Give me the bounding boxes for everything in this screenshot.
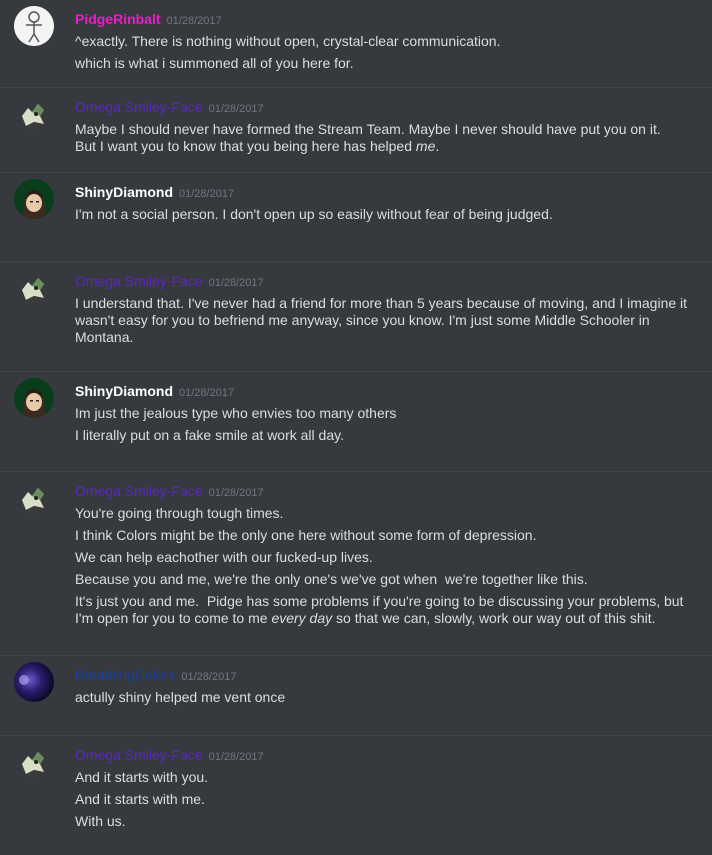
message-group: ShinyDiamond 01/28/2017 I'm not a social … (0, 173, 712, 262)
message-text-segment: . (435, 138, 440, 154)
message-text: It's just you and me. Pidge has some pro… (75, 593, 700, 627)
message-header: Omega Smiley-Face 01/28/2017 (75, 482, 700, 500)
message-text: We can help eachother with our fucked-up… (75, 549, 373, 565)
timestamp: 01/28/2017 (179, 188, 235, 200)
message-text: You're going through tough times. (75, 505, 284, 521)
timestamp: 01/28/2017 (208, 751, 264, 763)
avatar[interactable] (14, 662, 54, 702)
message-text: actully shiny helped me vent once (75, 689, 286, 705)
message-header: ShinyDiamond 01/28/2017 (75, 382, 700, 400)
message-text: And it starts with you. (75, 769, 209, 785)
message-text: With us. (75, 813, 126, 829)
anime-boy-avatar-icon (14, 179, 54, 219)
message-text-segment: But I want you to know that you being he… (75, 138, 413, 154)
message-header: Omega Smiley-Face 01/28/2017 (75, 272, 700, 290)
timestamp: 01/28/2017 (208, 487, 264, 499)
username[interactable]: Omega Smiley-Face (75, 747, 203, 763)
message-group: ShinyDiamond 01/28/2017 Im just the jealo… (0, 372, 712, 472)
message-group: Omega Smiley-Face 01/28/2017 And it start… (0, 736, 712, 855)
message-text: But I want you to know that you being he… (75, 138, 700, 155)
avatar[interactable] (14, 94, 54, 134)
avatar[interactable] (14, 378, 54, 418)
creature-avatar-icon (22, 752, 44, 778)
message-group: BreathingColors 01/28/2017 actully shiny … (0, 656, 712, 736)
message-text: I'm not a social person. I don't open up… (75, 206, 553, 222)
chat-log: PidgeRinbalt 01/28/2017 ^exactly. There i… (0, 0, 712, 855)
message-text: ^exactly. There is nothing without open,… (75, 33, 501, 49)
message-text-emphasis: every day (271, 610, 333, 626)
timestamp: 01/28/2017 (181, 671, 237, 683)
timestamp: 01/28/2017 (208, 277, 264, 289)
message-text: Maybe I should never have formed the Str… (75, 121, 661, 137)
dark-purple-avatar-icon (14, 662, 54, 702)
avatar[interactable] (14, 268, 54, 308)
username[interactable]: Omega Smiley-Face (75, 483, 203, 499)
anime-boy-avatar-icon (14, 378, 54, 418)
avatar[interactable] (14, 179, 54, 219)
message-group: Omega Smiley-Face 01/28/2017 Maybe I shou… (0, 88, 712, 173)
message-text: Because you and me, we're the only one's… (75, 571, 588, 587)
message-group: PidgeRinbalt 01/28/2017 ^exactly. There i… (0, 0, 712, 88)
message-header: Omega Smiley-Face 01/28/2017 (75, 746, 700, 764)
username[interactable]: BreathingColors (75, 667, 175, 683)
message-group: Omega Smiley-Face 01/28/2017 You're going… (0, 472, 712, 656)
creature-avatar-icon (22, 104, 44, 130)
timestamp: 01/28/2017 (208, 103, 264, 115)
message-text-segment: so that we can, slowly, work our way out… (336, 610, 656, 626)
avatar[interactable] (14, 6, 54, 46)
timestamp: 01/28/2017 (179, 387, 235, 399)
creature-avatar-icon (22, 278, 44, 304)
message-text: And it starts with me. (75, 791, 205, 807)
message-text: Im just the jealous type who envies too … (75, 405, 397, 421)
white-figure-avatar-icon (14, 6, 54, 46)
username[interactable]: Omega Smiley-Face (75, 273, 203, 289)
username[interactable]: ShinyDiamond (75, 184, 173, 200)
creature-avatar-icon (22, 488, 44, 514)
message-text-emphasis: me (415, 138, 436, 154)
avatar[interactable] (14, 742, 54, 782)
message-text: I literally put on a fake smile at work … (75, 427, 344, 443)
username[interactable]: PidgeRinbalt (75, 11, 161, 27)
message-text: I understand that. I've never had a frie… (75, 295, 691, 345)
message-header: ShinyDiamond 01/28/2017 (75, 183, 700, 201)
message-text: which is what i summoned all of you here… (75, 55, 354, 71)
message-header: Omega Smiley-Face 01/28/2017 (75, 98, 700, 116)
avatar[interactable] (14, 478, 54, 518)
timestamp: 01/28/2017 (166, 15, 222, 27)
username[interactable]: ShinyDiamond (75, 383, 173, 399)
username[interactable]: Omega Smiley-Face (75, 99, 203, 115)
message-group: Omega Smiley-Face 01/28/2017 I understand… (0, 262, 712, 372)
message-text: I think Colors might be the only one her… (75, 527, 537, 543)
message-header: PidgeRinbalt 01/28/2017 (75, 10, 700, 28)
message-header: BreathingColors 01/28/2017 (75, 666, 700, 684)
